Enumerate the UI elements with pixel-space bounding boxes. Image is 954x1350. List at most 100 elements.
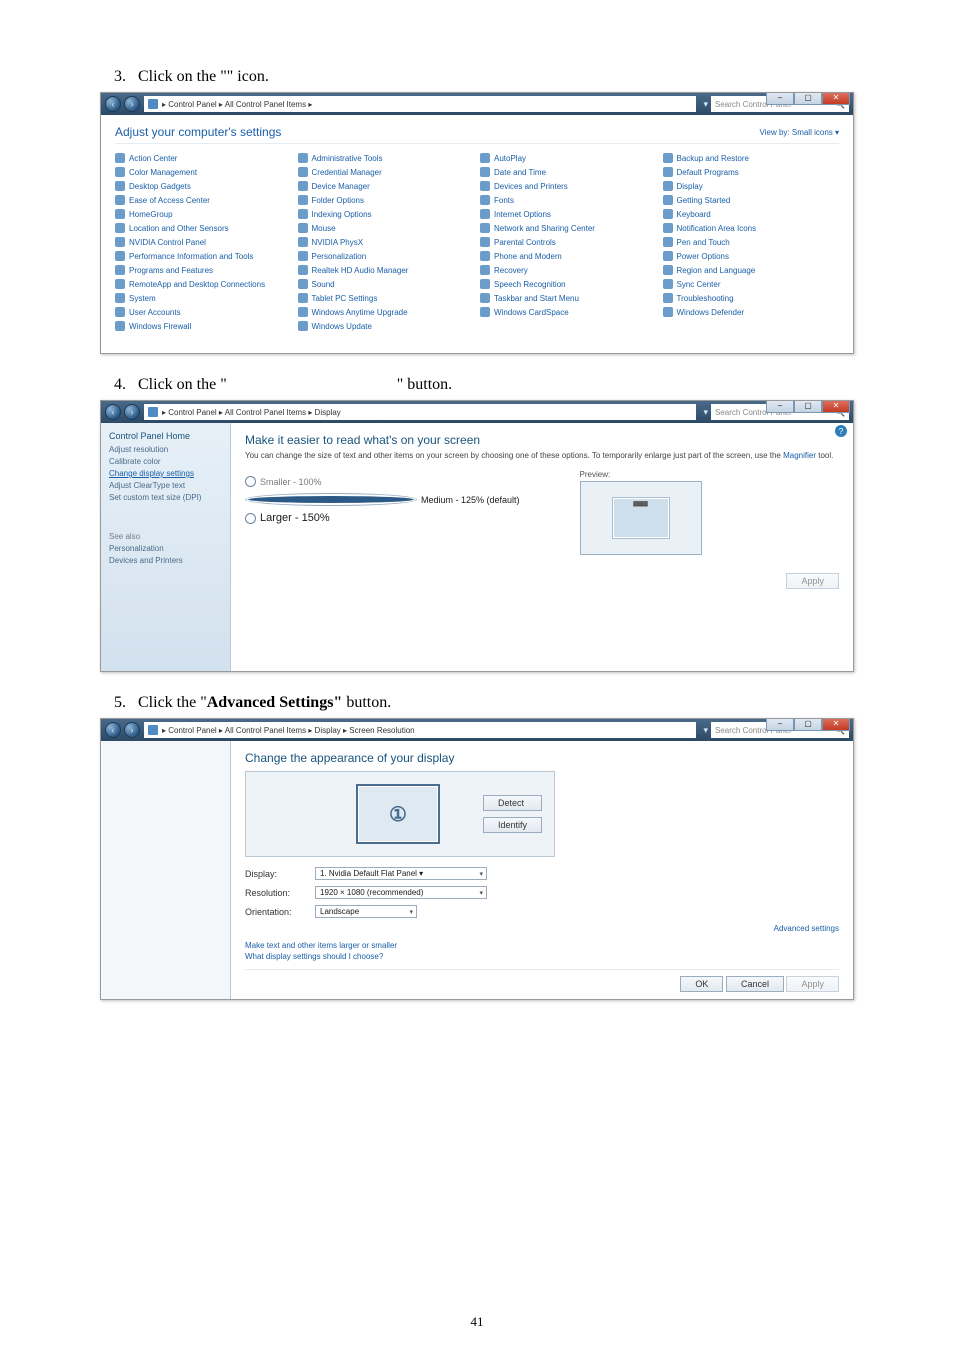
cp-item-remoteapp-and-desktop-connections[interactable]: RemoteApp and Desktop Connections [115, 278, 292, 290]
cp-item-region-and-language[interactable]: Region and Language [663, 264, 840, 276]
link-larger-text[interactable]: Make text and other items larger or smal… [245, 941, 839, 950]
cp-item-fonts[interactable]: Fonts [480, 194, 657, 206]
orientation-select[interactable]: Landscape [315, 905, 417, 918]
back-button[interactable]: ‹ [105, 96, 121, 112]
cp-item-administrative-tools[interactable]: Administrative Tools [298, 152, 475, 164]
forward-button[interactable]: › [124, 722, 140, 738]
back-button[interactable]: ‹ [105, 722, 121, 738]
cp-item-folder-options[interactable]: Folder Options [298, 194, 475, 206]
cp-icon [480, 167, 490, 177]
cp-item-location-and-other-sensors[interactable]: Location and Other Sensors [115, 222, 292, 234]
cp-item-recovery[interactable]: Recovery [480, 264, 657, 276]
apply-button[interactable]: Apply [786, 573, 839, 589]
minimize-button[interactable]: – [766, 718, 794, 731]
identify-button[interactable]: Identify [483, 817, 542, 833]
apply-button[interactable]: Apply [786, 976, 839, 992]
breadcrumb[interactable]: ▸ Control Panel ▸ All Control Panel Item… [144, 722, 696, 738]
radio-medium[interactable]: Medium - 125% (default) [245, 493, 520, 506]
cp-item-backup-and-restore[interactable]: Backup and Restore [663, 152, 840, 164]
sidebar-item-calibrate-color[interactable]: Calibrate color [109, 457, 222, 466]
cp-item-user-accounts[interactable]: User Accounts [115, 306, 292, 318]
cp-icon [480, 181, 490, 191]
cp-item-power-options[interactable]: Power Options [663, 250, 840, 262]
cp-item-phone-and-modem[interactable]: Phone and Modem [480, 250, 657, 262]
back-button[interactable]: ‹ [105, 404, 121, 420]
cp-item-windows-cardspace[interactable]: Windows CardSpace [480, 306, 657, 318]
cp-icon [115, 293, 125, 303]
cp-item-personalization[interactable]: Personalization [298, 250, 475, 262]
minimize-button[interactable]: – [766, 92, 794, 105]
display-select[interactable]: 1. Nvidia Default Flat Panel ▾ [315, 867, 487, 880]
advanced-settings-link[interactable]: Advanced settings [245, 924, 839, 933]
sidebar-item-personalization[interactable]: Personalization [109, 544, 222, 553]
cp-item-realtek-hd-audio-manager[interactable]: Realtek HD Audio Manager [298, 264, 475, 276]
cp-item-troubleshooting[interactable]: Troubleshooting [663, 292, 840, 304]
maximize-button[interactable]: ▢ [794, 718, 822, 731]
cp-item-devices-and-printers[interactable]: Devices and Printers [480, 180, 657, 192]
cp-item-autoplay[interactable]: AutoPlay [480, 152, 657, 164]
magnifier-link[interactable]: Magnifier [783, 451, 816, 460]
close-button[interactable]: ✕ [822, 718, 850, 731]
step-3-text: 3. Click on the "" icon. [100, 68, 854, 86]
sidebar-item-custom-dpi[interactable]: Set custom text size (DPI) [109, 493, 222, 502]
cp-item-taskbar-and-start-menu[interactable]: Taskbar and Start Menu [480, 292, 657, 304]
sidebar-item-adjust-resolution[interactable]: Adjust resolution [109, 445, 222, 454]
sidebar-item-cleartype[interactable]: Adjust ClearType text [109, 481, 222, 490]
cp-item-pen-and-touch[interactable]: Pen and Touch [663, 236, 840, 248]
cp-item-getting-started[interactable]: Getting Started [663, 194, 840, 206]
cp-item-device-manager[interactable]: Device Manager [298, 180, 475, 192]
cp-item-performance-information-and-tools[interactable]: Performance Information and Tools [115, 250, 292, 262]
cp-item-windows-firewall[interactable]: Windows Firewall [115, 320, 292, 332]
cp-item-notification-area-icons[interactable]: Notification Area Icons [663, 222, 840, 234]
cp-item-indexing-options[interactable]: Indexing Options [298, 208, 475, 220]
cp-item-sync-center[interactable]: Sync Center [663, 278, 840, 290]
cp-item-action-center[interactable]: Action Center [115, 152, 292, 164]
cp-item-keyboard[interactable]: Keyboard [663, 208, 840, 220]
radio-smaller[interactable]: Smaller - 100% [245, 476, 520, 487]
cp-item-date-and-time[interactable]: Date and Time [480, 166, 657, 178]
cp-item-windows-defender[interactable]: Windows Defender [663, 306, 840, 318]
minimize-button[interactable]: – [766, 400, 794, 413]
cp-item-ease-of-access-center[interactable]: Ease of Access Center [115, 194, 292, 206]
step-4-text: 4. Click on the "" button. [100, 376, 854, 394]
breadcrumb[interactable]: ▸ Control Panel ▸ All Control Panel Item… [144, 96, 696, 112]
cp-item-windows-update[interactable]: Windows Update [298, 320, 475, 332]
cp-item-nvidia-physx[interactable]: NVIDIA PhysX [298, 236, 475, 248]
cp-item-nvidia-control-panel[interactable]: NVIDIA Control Panel [115, 236, 292, 248]
cp-item-credential-manager[interactable]: Credential Manager [298, 166, 475, 178]
cp-item-internet-options[interactable]: Internet Options [480, 208, 657, 220]
cp-item-mouse[interactable]: Mouse [298, 222, 475, 234]
forward-button[interactable]: › [124, 96, 140, 112]
maximize-button[interactable]: ▢ [794, 400, 822, 413]
close-button[interactable]: ✕ [822, 92, 850, 105]
help-icon[interactable]: ? [835, 425, 847, 437]
cp-item-color-management[interactable]: Color Management [115, 166, 292, 178]
close-button[interactable]: ✕ [822, 400, 850, 413]
cp-item-default-programs[interactable]: Default Programs [663, 166, 840, 178]
sidebar-item-devices-printers[interactable]: Devices and Printers [109, 556, 222, 565]
ok-button[interactable]: OK [680, 976, 723, 992]
link-what-settings[interactable]: What display settings should I choose? [245, 952, 839, 961]
cp-item-tablet-pc-settings[interactable]: Tablet PC Settings [298, 292, 475, 304]
cp-item-desktop-gadgets[interactable]: Desktop Gadgets [115, 180, 292, 192]
breadcrumb[interactable]: ▸ Control Panel ▸ All Control Panel Item… [144, 404, 696, 420]
radio-larger[interactable]: Larger - 150% [245, 512, 520, 524]
cp-item-programs-and-features[interactable]: Programs and Features [115, 264, 292, 276]
sidebar-item-change-display-settings[interactable]: Change display settings [109, 469, 222, 478]
detect-button[interactable]: Detect [483, 795, 542, 811]
cp-item-display[interactable]: Display [663, 180, 840, 192]
cp-item-homegroup[interactable]: HomeGroup [115, 208, 292, 220]
forward-button[interactable]: › [124, 404, 140, 420]
cp-item-system[interactable]: System [115, 292, 292, 304]
cancel-button[interactable]: Cancel [726, 976, 784, 992]
resolution-select[interactable]: 1920 × 1080 (recommended) [315, 886, 487, 899]
view-by[interactable]: View by: Small icons ▾ [760, 128, 839, 137]
maximize-button[interactable]: ▢ [794, 92, 822, 105]
sidebar-home[interactable]: Control Panel Home [109, 431, 222, 441]
cp-item-parental-controls[interactable]: Parental Controls [480, 236, 657, 248]
cp-item-sound[interactable]: Sound [298, 278, 475, 290]
cp-item-network-and-sharing-center[interactable]: Network and Sharing Center [480, 222, 657, 234]
cp-item-speech-recognition[interactable]: Speech Recognition [480, 278, 657, 290]
monitor-1[interactable]: ① [356, 784, 440, 844]
cp-item-windows-anytime-upgrade[interactable]: Windows Anytime Upgrade [298, 306, 475, 318]
